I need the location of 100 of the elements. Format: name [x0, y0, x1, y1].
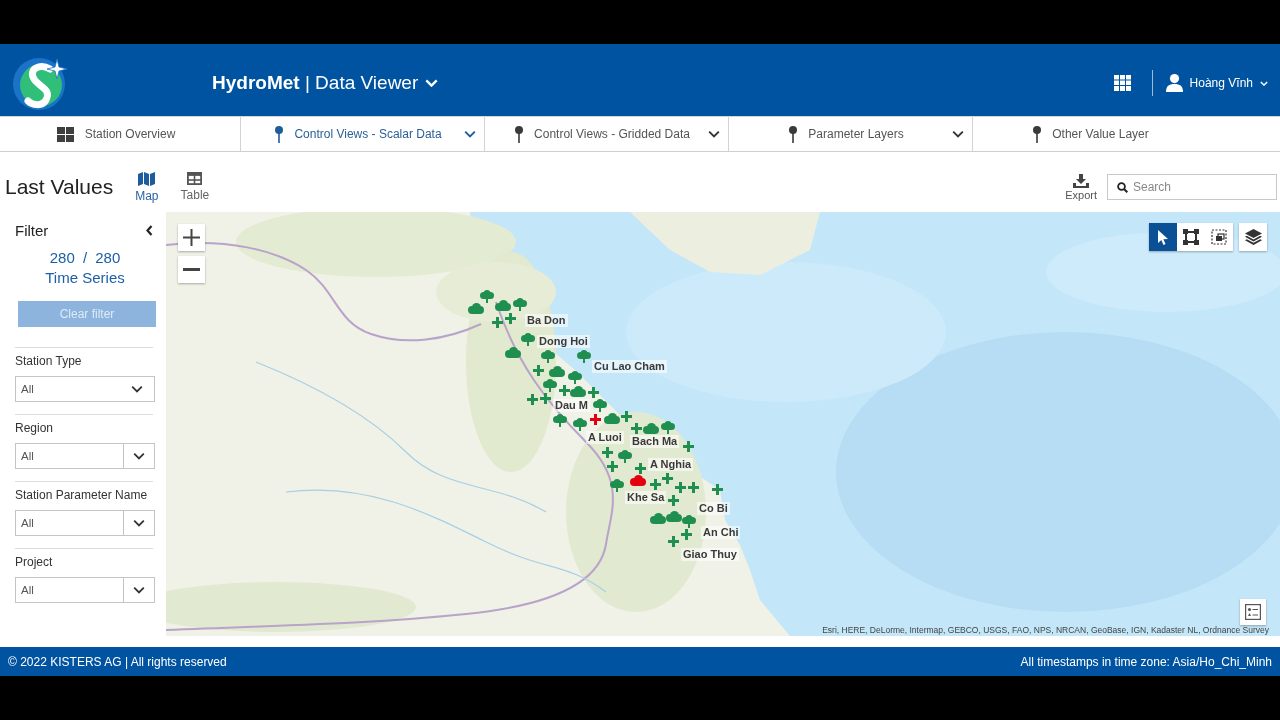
page-title: Last Values: [5, 175, 114, 199]
plus-icon[interactable]: [539, 392, 551, 404]
plus-icon[interactable]: [601, 446, 613, 458]
selection-tool-button[interactable]: [1177, 223, 1205, 251]
cloud-icon[interactable]: [643, 422, 659, 434]
field-label: Region: [15, 420, 55, 436]
cloud-icon[interactable]: [495, 299, 511, 311]
tree-icon[interactable]: [480, 289, 494, 303]
cloud-icon[interactable]: [505, 346, 521, 358]
plus-icon[interactable]: [606, 460, 618, 472]
plus-icon[interactable]: [667, 494, 679, 506]
table-icon: [187, 171, 203, 185]
export-button[interactable]: Export: [1065, 173, 1097, 201]
station-label: A Luoi: [586, 431, 624, 444]
layers-icon: [1244, 229, 1262, 245]
tree-icon[interactable]: [521, 332, 535, 346]
station-label: An Chi: [701, 526, 741, 539]
tree-icon[interactable]: [543, 378, 557, 392]
plus-icon[interactable]: [532, 364, 544, 376]
plus-icon[interactable]: [504, 312, 516, 324]
station-label: Ba Don: [525, 314, 568, 327]
tree-icon[interactable]: [573, 417, 587, 431]
chevron-down-icon: [1260, 80, 1268, 86]
plus-icon[interactable]: [587, 386, 599, 398]
view-toggle[interactable]: Map: [133, 171, 161, 203]
filter-title: Filter: [15, 221, 49, 239]
field-label: Station Type: [15, 353, 83, 369]
pin-icon: [515, 125, 524, 143]
plus-icon[interactable]: [661, 472, 673, 484]
plus-icon[interactable]: [620, 410, 632, 422]
pin-icon: [1033, 125, 1042, 143]
plus-icon[interactable]: [680, 528, 692, 540]
cloud-icon[interactable]: [570, 385, 586, 397]
plus-icon[interactable]: [687, 481, 699, 493]
cloud-icon[interactable]: [549, 365, 565, 377]
plus-icon[interactable]: [649, 478, 661, 490]
collapse-button[interactable]: [144, 224, 155, 236]
tree-icon[interactable]: [577, 349, 591, 363]
station-label: Giao Thuy: [681, 548, 739, 561]
dropdown-field[interactable]: All: [15, 443, 155, 469]
plus-icon[interactable]: [589, 413, 601, 425]
tree-icon[interactable]: [568, 370, 582, 384]
chevron-down-icon: [131, 385, 143, 393]
station-label: Dau M: [553, 399, 590, 412]
layers-button[interactable]: [1239, 223, 1267, 251]
tree-icon[interactable]: [513, 297, 527, 311]
plus-icon[interactable]: [630, 422, 642, 434]
user-menu[interactable]: Hoàng Vĩnh: [1165, 74, 1268, 92]
chevron-down-icon: [133, 519, 145, 527]
tree-icon[interactable]: [661, 420, 675, 434]
square-select-icon: [1183, 229, 1199, 245]
app-title-menu[interactable]: HydroMet | Data Viewer: [212, 72, 439, 94]
chevron-down-icon: [133, 452, 145, 460]
frame-select-icon: [1211, 229, 1227, 245]
plus-icon[interactable]: [526, 393, 538, 405]
chevron-left-icon: [146, 224, 153, 236]
map-attribution: Esri, HERE, DeLorme, Intermap, GEBCO, USGS, FAO, NPS, NRCAN, GeoBase, IGN, Kadaster NL, Ordnance Survey: [822, 625, 1269, 636]
plus-icon[interactable]: [634, 462, 646, 474]
tree-icon[interactable]: [553, 413, 567, 427]
minus-icon: [183, 268, 200, 271]
station-label: A Nghia: [648, 458, 694, 471]
copyright-text: © 2022 KISTERS AG | All rights reserved: [8, 654, 227, 669]
zoom-in-button[interactable]: [178, 224, 205, 251]
plus-icon[interactable]: [558, 384, 570, 396]
view-toggle[interactable]: Table: [178, 171, 212, 203]
plus-icon: [183, 229, 200, 246]
chevron-down-icon: [425, 79, 439, 87]
cloud-icon[interactable]: [468, 302, 484, 314]
plus-icon[interactable]: [667, 535, 679, 547]
cloud-icon[interactable]: [666, 510, 682, 522]
tree-icon[interactable]: [593, 398, 607, 412]
plus-icon[interactable]: [491, 316, 503, 328]
apps-button[interactable]: [1113, 75, 1131, 91]
logo-icon: [12, 55, 70, 111]
plus-icon[interactable]: [682, 440, 694, 452]
grid-icon: [56, 126, 74, 142]
dropdown-field[interactable]: All: [15, 376, 155, 402]
station-label: Cu Lao Cham: [592, 360, 667, 373]
cloud-icon[interactable]: [604, 412, 620, 424]
plus-icon[interactable]: [674, 481, 686, 493]
download-icon: [1073, 173, 1090, 188]
legend-button[interactable]: [1240, 599, 1266, 625]
map-icon: [138, 171, 156, 186]
selection-tool-button[interactable]: [1205, 223, 1233, 251]
dropdown-field[interactable]: All: [15, 510, 155, 536]
pointer-icon: [1157, 229, 1169, 245]
cloud-icon[interactable]: [630, 474, 646, 486]
chevron-down-icon: [133, 586, 145, 594]
station-label: Dong Hoi: [537, 335, 590, 348]
dropdown-field[interactable]: All: [15, 577, 155, 603]
tree-icon[interactable]: [618, 449, 632, 463]
cloud-icon[interactable]: [650, 512, 666, 524]
pin-icon: [789, 125, 798, 143]
selection-tool-button[interactable]: [1149, 223, 1177, 251]
zoom-out-button[interactable]: [178, 256, 205, 283]
search-field[interactable]: Search: [1107, 174, 1277, 200]
tree-icon[interactable]: [682, 514, 696, 528]
tree-icon[interactable]: [541, 349, 555, 363]
tree-icon[interactable]: [610, 478, 624, 492]
plus-icon[interactable]: [711, 483, 723, 495]
